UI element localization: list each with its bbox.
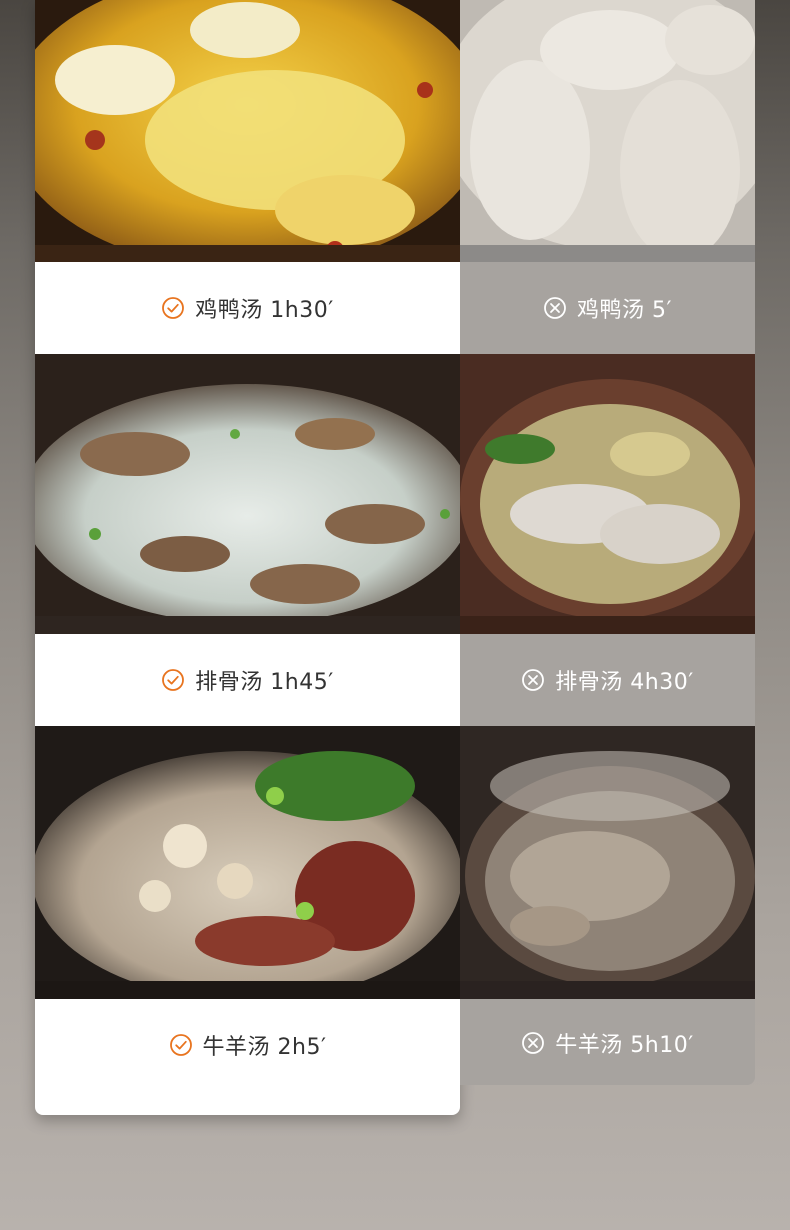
result-label-row: 排骨汤 1h45′ (35, 634, 460, 726)
soup-time-label: 牛羊汤 5h10′ (555, 1033, 694, 1058)
result-label-row: 排骨汤 4h30′ (460, 634, 755, 726)
result-label-row: 鸡鸭汤 5′ (460, 262, 755, 354)
soup-time-label: 牛羊汤 2h5′ (202, 1035, 327, 1060)
x-circle-icon (521, 1031, 545, 1055)
result-label-row: 鸡鸭汤 1h30′ (35, 262, 460, 354)
soup-time-label: 排骨汤 1h45′ (195, 670, 334, 695)
chicken-duck-soup-photo (460, 0, 755, 262)
beef-mutton-soup-photo (460, 726, 755, 999)
check-circle-icon (169, 1033, 193, 1057)
fast-cook-column: 鸡鸭汤 1h30′ 排骨汤 1h45′ 牛羊汤 2h5′ (35, 0, 460, 1115)
chicken-duck-soup-photo (35, 0, 460, 262)
x-circle-icon (521, 668, 545, 692)
pork-rib-soup-photo (35, 354, 460, 634)
check-circle-icon (161, 296, 185, 320)
slow-cook-column: 鸡鸭汤 5′ 排骨汤 4h30′ 牛羊汤 5h10′ (460, 0, 755, 1085)
beef-mutton-soup-photo (35, 726, 460, 999)
result-label-row: 牛羊汤 5h10′ (460, 999, 755, 1085)
result-label-row: 牛羊汤 2h5′ (35, 999, 460, 1091)
x-circle-icon (543, 296, 567, 320)
soup-time-label: 鸡鸭汤 1h30′ (195, 298, 334, 323)
soup-time-label: 排骨汤 4h30′ (555, 670, 694, 695)
pork-rib-soup-photo (460, 354, 755, 634)
soup-time-label: 鸡鸭汤 5′ (577, 298, 672, 323)
check-circle-icon (161, 668, 185, 692)
